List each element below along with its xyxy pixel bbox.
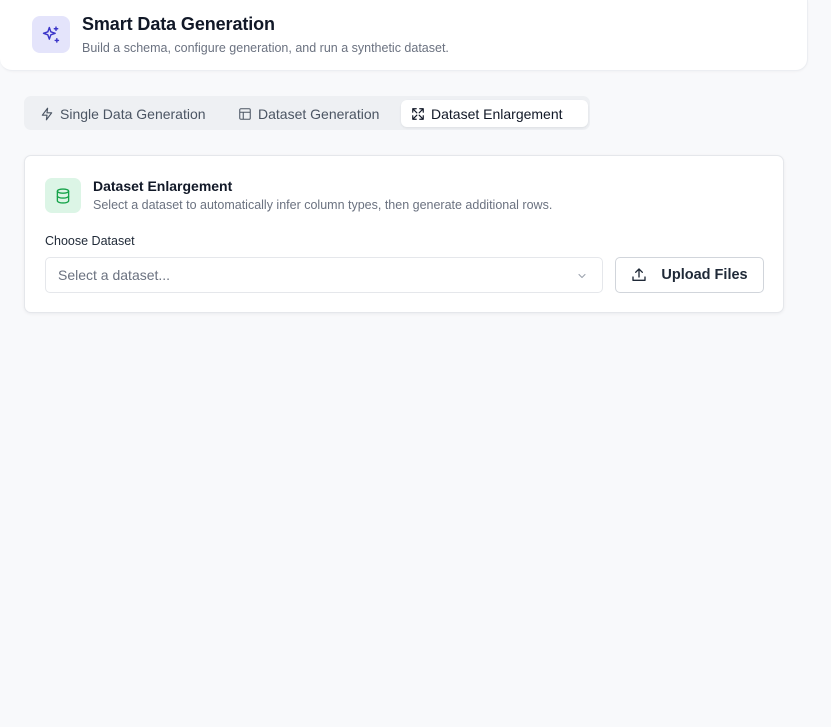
tab-label: Single Data Generation: [60, 105, 206, 122]
tab-bar: Single Data Generation Dataset Generatio…: [24, 96, 590, 130]
dataset-enlargement-card: Dataset Enlargement Select a dataset to …: [24, 155, 784, 313]
chevron-down-icon: [578, 273, 586, 279]
choose-dataset-label: Choose Dataset: [45, 234, 135, 248]
select-placeholder: Select a dataset...: [58, 267, 171, 283]
card-title: Dataset Enlargement: [93, 178, 233, 194]
sparkles-icon: [32, 16, 70, 53]
database-icon: [45, 178, 81, 213]
page-subtitle: Build a schema, configure generation, an…: [82, 41, 449, 55]
tab-dataset-generation[interactable]: Dataset Generation: [228, 100, 389, 127]
table-icon: [239, 107, 251, 120]
upload-files-label: Upload Files: [661, 267, 748, 283]
lightning-icon: [41, 107, 53, 120]
upload-files-button[interactable]: Upload Files: [615, 257, 764, 293]
tab-single-data-generation[interactable]: Single Data Generation: [30, 100, 216, 127]
tab-dataset-enlargement[interactable]: Dataset Enlargement: [401, 100, 588, 127]
page-title: Smart Data Generation: [82, 14, 275, 34]
expand-icon: [412, 107, 424, 120]
upload-icon: [632, 268, 647, 281]
card-description: Select a dataset to automatically infer …: [93, 198, 553, 212]
dataset-select[interactable]: Select a dataset...: [45, 257, 603, 293]
page-header: Smart Data Generation Build a schema, co…: [0, 0, 808, 71]
tab-label: Dataset Generation: [258, 105, 380, 122]
tab-label: Dataset Enlargement: [431, 105, 563, 122]
